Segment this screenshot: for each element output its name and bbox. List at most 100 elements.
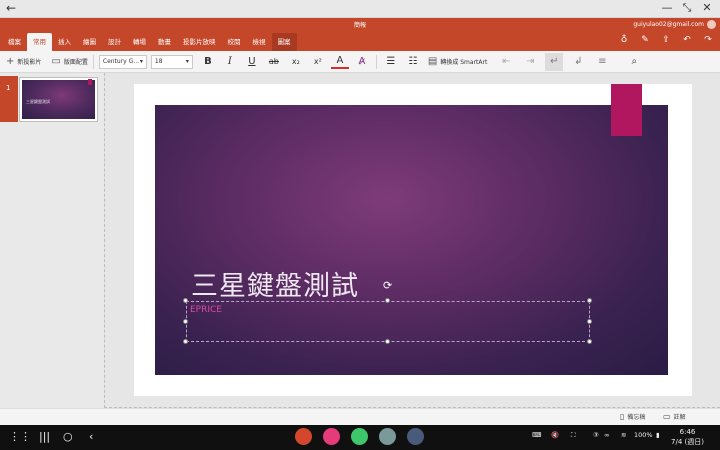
font-color-button[interactable]: A (330, 55, 349, 69)
close-icon[interactable]: ✕ (700, 1, 714, 14)
back-arrow-icon[interactable]: ← (6, 1, 16, 15)
tab-slideshow[interactable]: 投影片放映 (177, 33, 222, 51)
lightbulb-icon[interactable]: ♁ (618, 35, 630, 45)
numbered-list-icon[interactable]: ☷ (404, 53, 422, 71)
undo-icon[interactable]: ↶ (681, 35, 693, 45)
slide-selected-indicator: 1 (0, 76, 18, 122)
resize-handle[interactable] (183, 339, 188, 344)
align-icon[interactable]: ≡ (593, 53, 611, 71)
resize-handle[interactable] (587, 298, 592, 303)
thumbnail-tag (88, 79, 92, 85)
home-toolbar: + 新投影片 ▭ 版面配置 Century G... ▾ 18 ▾ B I U … (0, 51, 720, 73)
powerpoint-app-icon[interactable] (295, 428, 312, 445)
divider (375, 54, 377, 69)
italic-button[interactable]: I (221, 53, 239, 71)
resize-handle[interactable] (183, 298, 188, 303)
notification-badge[interactable]: ③ (593, 431, 599, 439)
text-direction-icon[interactable]: ↵ (545, 52, 564, 71)
superscript-button[interactable]: x² (309, 53, 327, 71)
plus-icon: + (6, 56, 15, 67)
mute-icon[interactable]: 🔇 (551, 431, 559, 439)
tab-shape[interactable]: 圖案 (271, 33, 297, 51)
rotate-handle-icon[interactable]: ⟳ (383, 279, 392, 292)
slide-tag-shape[interactable] (611, 84, 642, 136)
restore-icon[interactable]: ⤡ (680, 1, 694, 15)
slide-number: 1 (6, 84, 11, 92)
tab-view[interactable]: 檢視 (247, 33, 272, 51)
minimize-icon[interactable]: — (660, 1, 674, 14)
slide-thumbnail[interactable]: 三星鍵盤測試 (19, 77, 98, 122)
nav-back-icon[interactable]: ‹ (89, 430, 93, 443)
blossom-app-icon[interactable] (323, 428, 340, 445)
clear-format-icon[interactable]: A̷ (353, 53, 371, 71)
resize-handle[interactable] (385, 339, 390, 344)
gallery-app-icon[interactable] (407, 428, 424, 445)
font-name-dropdown[interactable]: Century G... ▾ (98, 54, 147, 69)
tab-design[interactable]: 設計 (102, 33, 127, 51)
music-app-icon[interactable] (351, 428, 368, 445)
document-title: 簡報 (353, 22, 366, 29)
slide-thumbnail-pane: 1 三星鍵盤測試 (0, 73, 104, 408)
underline-button[interactable]: U (243, 53, 261, 71)
decrease-indent-icon[interactable]: ⇤ (497, 53, 515, 71)
tab-transitions[interactable]: 轉場 (127, 33, 152, 51)
app-grid-icon[interactable]: ⋮⋮ (9, 430, 31, 443)
battery-level: 100% (634, 431, 653, 439)
ribbon-tabs: 檔案 常用 插入 繪圖 設計 轉場 動畫 投影片放映 校閱 檢視 圖案 (2, 33, 297, 51)
tab-animations[interactable]: 動畫 (152, 33, 177, 51)
layout-button[interactable]: ▭ 版面配置 (51, 53, 87, 71)
font-size-dropdown[interactable]: 18 ▾ (150, 54, 193, 69)
battery-icon: ▮ (656, 431, 660, 439)
comments-button[interactable]: ▭ 註解 (663, 412, 686, 421)
resize-handle[interactable] (385, 298, 390, 303)
smartart-icon: ▤ (427, 56, 438, 67)
tab-review[interactable]: 校閱 (222, 33, 247, 51)
resize-handle[interactable] (587, 339, 592, 344)
comments-label: 註解 (673, 414, 686, 421)
clock: 6:46 7/4 (週日) (671, 427, 704, 447)
tab-draw[interactable]: 繪圖 (77, 33, 102, 51)
slide-subtitle[interactable]: EPRICE (190, 305, 222, 315)
keyboard-icon[interactable]: ⌨ (532, 431, 541, 439)
convert-smartart-button[interactable]: ▤ 轉換成 SmartArt (428, 53, 487, 71)
redo-icon[interactable]: ↷ (702, 35, 714, 45)
account-email[interactable]: guiyulao02@gmail.com (633, 21, 704, 28)
new-slide-label: 新投影片 (17, 59, 42, 66)
thumbnail-preview: 三星鍵盤測試 (22, 79, 95, 119)
search-icon[interactable]: ⌕ (625, 53, 643, 71)
browser-app-icon[interactable] (379, 428, 396, 445)
chevron-down-icon: ▾ (185, 58, 189, 65)
new-slide-button[interactable]: + 新投影片 (6, 53, 41, 71)
recents-icon[interactable]: ||| (39, 430, 50, 443)
clock-time: 6:46 (679, 428, 696, 436)
link-icon[interactable]: ∞ (604, 431, 609, 439)
avatar[interactable] (707, 20, 716, 29)
status-bar: ▯ 備忘稿 ▭ 註解 (0, 408, 720, 425)
share-icon[interactable]: ⇪ (660, 35, 672, 45)
line-spacing-icon[interactable]: ↲ (569, 53, 587, 71)
pen-icon[interactable]: ✎ (639, 35, 651, 45)
notes-button[interactable]: ▯ 備忘稿 (620, 412, 645, 421)
ribbon-actions: ♁ ✎ ⇪ ↶ ↷ (618, 35, 714, 45)
bold-button[interactable]: B (199, 53, 217, 71)
chevron-down-icon: ▾ (139, 58, 143, 65)
layout-label: 版面配置 (63, 59, 88, 66)
tab-insert[interactable]: 插入 (52, 33, 77, 51)
layout-icon: ▭ (51, 56, 61, 67)
bullet-list-icon[interactable]: ☰ (382, 53, 400, 71)
wifi-icon: ≋ (621, 431, 627, 439)
tab-file[interactable]: 檔案 (2, 33, 27, 51)
strikethrough-button[interactable]: ab (265, 53, 283, 71)
clock-date: 7/4 (週日) (671, 438, 704, 446)
subtitle-selection-box[interactable] (186, 301, 590, 342)
subscript-button[interactable]: x₂ (287, 53, 305, 71)
resize-handle[interactable] (183, 319, 188, 324)
increase-indent-icon[interactable]: ⇥ (521, 53, 539, 71)
screenshot-icon[interactable]: ⛶ (571, 431, 576, 440)
tab-home[interactable]: 常用 (27, 33, 52, 51)
notes-icon: ▯ (620, 412, 625, 421)
comment-icon: ▭ (663, 412, 671, 421)
resize-handle[interactable] (587, 319, 592, 324)
home-icon[interactable]: ○ (63, 430, 73, 443)
slide-title[interactable]: 三星鍵盤測試 (191, 264, 359, 303)
